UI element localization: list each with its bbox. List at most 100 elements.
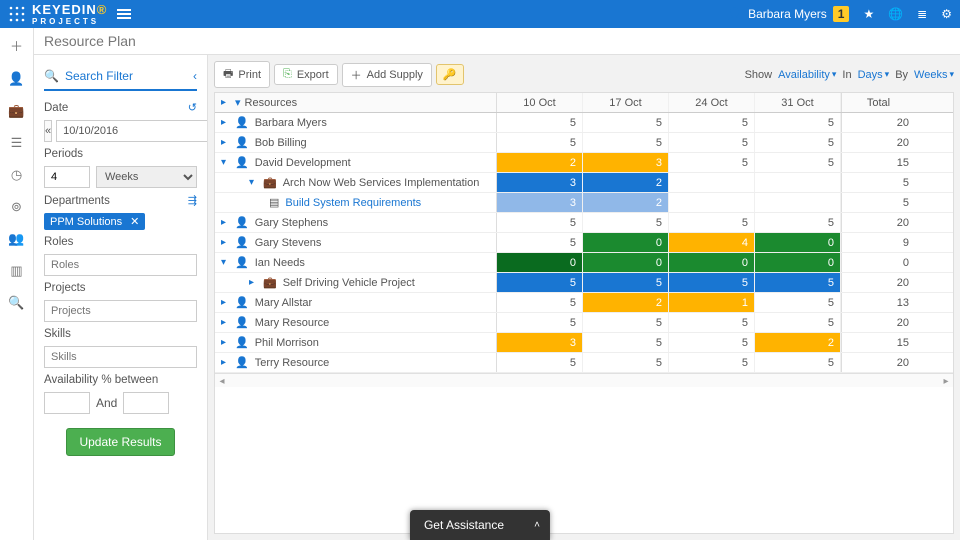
update-results-button[interactable]: Update Results — [66, 428, 174, 456]
value-cell[interactable]: 5 — [583, 113, 669, 132]
value-cell[interactable]: 5 — [669, 333, 755, 352]
value-cell[interactable]: 2 — [583, 193, 669, 212]
expand-row-icon[interactable]: ▸ — [221, 337, 231, 348]
expand-row-icon[interactable]: ▸ — [221, 217, 231, 228]
chart-icon[interactable]: ▥ — [10, 263, 22, 279]
value-cell[interactable]: 5 — [755, 293, 841, 312]
grid-row[interactable]: ▤Build System Requirements325 — [215, 193, 953, 213]
value-cell[interactable]: 2 — [583, 293, 669, 312]
expand-all-icon[interactable]: ▸ — [221, 97, 231, 108]
value-cell[interactable]: 5 — [669, 113, 755, 132]
value-cell[interactable] — [755, 173, 841, 192]
expand-row-icon[interactable]: ▸ — [221, 137, 231, 148]
value-cell[interactable]: 5 — [583, 273, 669, 292]
get-assistance-button[interactable]: Get Assistance ˄ — [410, 510, 550, 540]
money-icon[interactable]: ⊚ — [11, 199, 22, 215]
value-cell[interactable]: 5 — [669, 213, 755, 232]
availability-dropdown[interactable]: Availability▾ — [778, 69, 836, 81]
value-cell[interactable]: 5 — [755, 273, 841, 292]
scroll-left-icon[interactable]: ◂ — [215, 374, 229, 388]
value-cell[interactable]: 5 — [755, 313, 841, 332]
value-cell[interactable]: 5 — [755, 153, 841, 172]
department-chip[interactable]: PPM Solutions✕ — [44, 213, 145, 230]
search-icon[interactable]: 🔍 — [8, 295, 24, 311]
avail-max-input[interactable] — [123, 392, 169, 414]
expand-row-icon[interactable]: ▸ — [221, 237, 231, 248]
grid-row[interactable]: ▸👤Bob Billing555520 — [215, 133, 953, 153]
value-cell[interactable]: 5 — [497, 133, 583, 152]
person-icon[interactable]: 👤 — [8, 71, 24, 87]
value-cell[interactable]: 5 — [497, 313, 583, 332]
value-cell[interactable]: 3 — [497, 333, 583, 352]
value-cell[interactable]: 5 — [583, 133, 669, 152]
expand-row-icon[interactable]: ▸ — [249, 277, 259, 288]
value-cell[interactable]: 5 — [497, 273, 583, 292]
value-cell[interactable]: 5 — [669, 353, 755, 372]
grid-row[interactable]: ▸💼Self Driving Vehicle Project555520 — [215, 273, 953, 293]
value-cell[interactable]: 5 — [755, 113, 841, 132]
value-cell[interactable]: 5 — [497, 113, 583, 132]
brand[interactable]: KEYEDIN® PROJECTS — [8, 2, 107, 26]
expand-row-icon[interactable]: ▾ — [221, 157, 231, 168]
value-cell[interactable]: 0 — [497, 253, 583, 272]
current-user[interactable]: 👤 Barbara Myers 1 — [727, 6, 849, 22]
grid-row[interactable]: ▾👤David Development235515 — [215, 153, 953, 173]
add-supply-button[interactable]: ＋Add Supply — [342, 63, 432, 87]
grid-row[interactable]: ▾👤Ian Needs00000 — [215, 253, 953, 273]
value-cell[interactable]: 2 — [755, 333, 841, 352]
value-cell[interactable]: 3 — [583, 153, 669, 172]
value-cell[interactable]: 5 — [583, 333, 669, 352]
grid-row[interactable]: ▸👤Phil Morrison355215 — [215, 333, 953, 353]
value-cell[interactable]: 5 — [497, 213, 583, 232]
projects-input[interactable] — [44, 300, 197, 322]
skills-input[interactable] — [44, 346, 197, 368]
team-icon[interactable]: 👥 — [8, 231, 24, 247]
grid-row[interactable]: ▸👤Mary Resource555520 — [215, 313, 953, 333]
value-cell[interactable]: 5 — [497, 353, 583, 372]
scroll-right-icon[interactable]: ▸ — [939, 374, 953, 388]
dept-tree-icon[interactable]: ⇶ — [188, 194, 197, 207]
menu-toggle-icon[interactable] — [117, 7, 131, 21]
periods-input[interactable] — [44, 166, 90, 188]
grid-row[interactable]: ▾💼Arch Now Web Services Implementation32… — [215, 173, 953, 193]
value-cell[interactable]: 5 — [669, 273, 755, 292]
value-cell[interactable]: 0 — [583, 233, 669, 252]
value-cell[interactable]: 1 — [669, 293, 755, 312]
value-cell[interactable]: 2 — [583, 173, 669, 192]
value-cell[interactable]: 5 — [669, 133, 755, 152]
value-cell[interactable]: 5 — [755, 213, 841, 232]
value-cell[interactable]: 3 — [497, 173, 583, 192]
expand-row-icon[interactable]: ▸ — [221, 297, 231, 308]
value-cell[interactable]: 0 — [583, 253, 669, 272]
value-cell[interactable]: 5 — [669, 313, 755, 332]
value-cell[interactable]: 0 — [755, 233, 841, 252]
value-cell[interactable]: 5 — [583, 313, 669, 332]
value-cell[interactable] — [755, 193, 841, 212]
unit-dropdown[interactable]: Days▾ — [858, 69, 890, 81]
sliders-icon[interactable]: ☰ — [11, 135, 23, 151]
settings-gear-icon[interactable]: ⚙ — [941, 7, 952, 21]
date-input[interactable] — [56, 120, 208, 142]
clock-icon[interactable]: ◷ — [11, 167, 22, 183]
value-cell[interactable] — [669, 193, 755, 212]
grid-row[interactable]: ▸👤Terry Resource555520 — [215, 353, 953, 373]
grid-row[interactable]: ▸👤Mary Allstar521513 — [215, 293, 953, 313]
avail-min-input[interactable] — [44, 392, 90, 414]
date-reset-icon[interactable]: ↺ — [188, 101, 197, 114]
grid-row[interactable]: ▸👤Barbara Myers555520 — [215, 113, 953, 133]
expand-row-icon[interactable]: ▸ — [221, 357, 231, 368]
grid-row[interactable]: ▸👤Gary Stevens50409 — [215, 233, 953, 253]
periods-unit-select[interactable]: Weeks — [96, 166, 197, 188]
value-cell[interactable]: 4 — [669, 233, 755, 252]
value-cell[interactable]: 0 — [755, 253, 841, 272]
interval-dropdown[interactable]: Weeks▾ — [914, 69, 954, 81]
date-prev-icon[interactable]: « — [44, 120, 52, 142]
print-button[interactable]: 🖶Print — [214, 61, 270, 88]
roles-input[interactable] — [44, 254, 197, 276]
value-cell[interactable] — [669, 173, 755, 192]
value-cell[interactable]: 5 — [497, 293, 583, 312]
value-cell[interactable]: 5 — [583, 213, 669, 232]
expand-row-icon[interactable]: ▾ — [249, 177, 259, 188]
task-link[interactable]: Build System Requirements — [285, 197, 421, 209]
color-key-button[interactable]: 🔑 — [436, 64, 464, 85]
